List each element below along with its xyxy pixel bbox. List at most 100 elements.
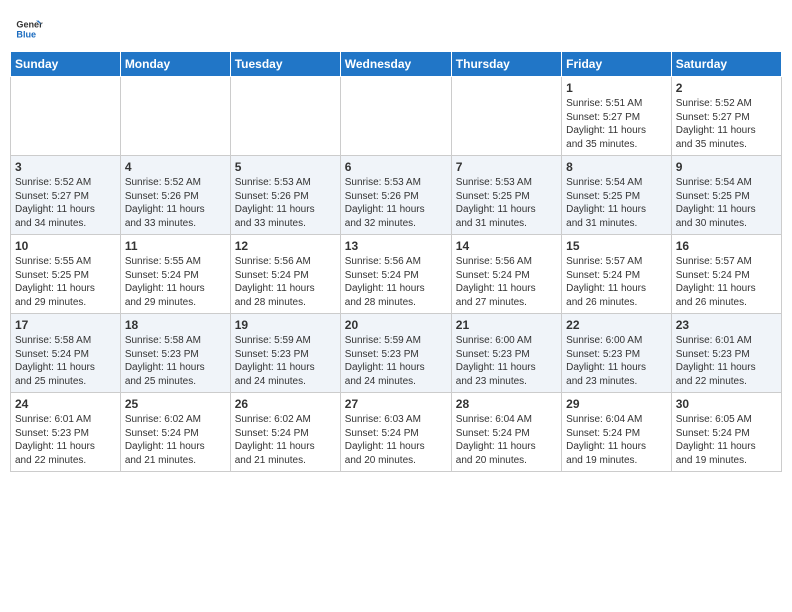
logo-icon: General Blue — [15, 15, 43, 43]
svg-text:Blue: Blue — [16, 29, 36, 39]
day-info: Sunrise: 5:56 AMSunset: 5:24 PMDaylight:… — [456, 255, 557, 309]
calendar-cell: 11Sunrise: 5:55 AMSunset: 5:24 PMDayligh… — [120, 235, 230, 314]
calendar-cell: 29Sunrise: 6:04 AMSunset: 5:24 PMDayligh… — [562, 393, 672, 472]
day-number: 18 — [125, 318, 226, 332]
day-info: Sunrise: 6:03 AMSunset: 5:24 PMDaylight:… — [345, 413, 447, 467]
day-number: 26 — [235, 397, 336, 411]
day-info: Sunrise: 6:04 AMSunset: 5:24 PMDaylight:… — [566, 413, 667, 467]
day-number: 19 — [235, 318, 336, 332]
calendar-cell: 23Sunrise: 6:01 AMSunset: 5:23 PMDayligh… — [671, 314, 781, 393]
day-number: 30 — [676, 397, 777, 411]
day-number: 4 — [125, 160, 226, 174]
day-number: 16 — [676, 239, 777, 253]
weekday-saturday: Saturday — [671, 52, 781, 77]
calendar-cell — [230, 77, 340, 156]
day-info: Sunrise: 6:00 AMSunset: 5:23 PMDaylight:… — [456, 334, 557, 388]
calendar-cell — [11, 77, 121, 156]
day-info: Sunrise: 6:01 AMSunset: 5:23 PMDaylight:… — [15, 413, 116, 467]
calendar-cell: 15Sunrise: 5:57 AMSunset: 5:24 PMDayligh… — [562, 235, 672, 314]
calendar-cell: 22 Sunrise: 6:00 AMSunset: 5:23 PMDayligh… — [562, 314, 672, 393]
day-number: 2 — [676, 81, 777, 95]
day-info: Sunrise: 5:53 AMSunset: 5:25 PMDaylight:… — [456, 176, 557, 230]
page-header: General Blue — [10, 10, 782, 43]
day-info: Sunrise: 5:56 AMSunset: 5:24 PMDaylight:… — [345, 255, 447, 309]
weekday-wednesday: Wednesday — [340, 52, 451, 77]
calendar-cell: 10 Sunrise: 5:55 AMSunset: 5:25 PMDayligh… — [11, 235, 121, 314]
calendar-week-3: 10 Sunrise: 5:55 AMSunset: 5:25 PMDayligh… — [11, 235, 782, 314]
day-number: 20 — [345, 318, 447, 332]
calendar-cell: 20 Sunrise: 5:59 AMSunset: 5:23 PMDayligh… — [340, 314, 451, 393]
day-number: 13 — [345, 239, 447, 253]
calendar-cell: 14 Sunrise: 5:56 AMSunset: 5:24 PMDayligh… — [451, 235, 561, 314]
weekday-tuesday: Tuesday — [230, 52, 340, 77]
day-number: 22 — [566, 318, 667, 332]
day-number: 5 — [235, 160, 336, 174]
calendar-cell: 24 Sunrise: 6:01 AMSunset: 5:23 PMDayligh… — [11, 393, 121, 472]
day-number: 8 — [566, 160, 667, 174]
day-number: 6 — [345, 160, 447, 174]
calendar-cell: 26 Sunrise: 6:02 AMSunset: 5:24 PMDayligh… — [230, 393, 340, 472]
calendar-cell: 12 Sunrise: 5:56 AMSunset: 5:24 PMDayligh… — [230, 235, 340, 314]
day-info: Sunrise: 6:05 AMSunset: 5:24 PMDaylight:… — [676, 413, 777, 467]
calendar-week-4: 17 Sunrise: 5:58 AMSunset: 5:24 PMDayligh… — [11, 314, 782, 393]
day-info: Sunrise: 5:52 AMSunset: 5:27 PMDaylight:… — [15, 176, 116, 230]
day-number: 17 — [15, 318, 116, 332]
day-info: Sunrise: 6:02 AMSunset: 5:24 PMDaylight:… — [235, 413, 336, 467]
day-info: Sunrise: 6:02 AMSunset: 5:24 PMDaylight:… — [125, 413, 226, 467]
weekday-friday: Friday — [562, 52, 672, 77]
day-info: Sunrise: 5:58 AMSunset: 5:24 PMDaylight:… — [15, 334, 116, 388]
calendar-week-2: 3 Sunrise: 5:52 AMSunset: 5:27 PMDaylight… — [11, 156, 782, 235]
day-info: Sunrise: 5:56 AMSunset: 5:24 PMDaylight:… — [235, 255, 336, 309]
calendar-cell: 25Sunrise: 6:02 AMSunset: 5:24 PMDayligh… — [120, 393, 230, 472]
day-number: 1 — [566, 81, 667, 95]
calendar-table: SundayMondayTuesdayWednesdayThursdayFrid… — [10, 51, 782, 472]
calendar-cell: 5 Sunrise: 5:53 AMSunset: 5:26 PMDaylight… — [230, 156, 340, 235]
weekday-sunday: Sunday — [11, 52, 121, 77]
calendar-cell: 8 Sunrise: 5:54 AMSunset: 5:25 PMDaylight… — [562, 156, 672, 235]
day-number: 3 — [15, 160, 116, 174]
calendar-cell: 13 Sunrise: 5:56 AMSunset: 5:24 PMDayligh… — [340, 235, 451, 314]
day-info: Sunrise: 5:53 AMSunset: 5:26 PMDaylight:… — [235, 176, 336, 230]
calendar-cell: 18 Sunrise: 5:58 AMSunset: 5:23 PMDayligh… — [120, 314, 230, 393]
day-number: 21 — [456, 318, 557, 332]
day-number: 28 — [456, 397, 557, 411]
day-info: Sunrise: 5:52 AMSunset: 5:26 PMDaylight:… — [125, 176, 226, 230]
day-info: Sunrise: 5:58 AMSunset: 5:23 PMDaylight:… — [125, 334, 226, 388]
day-number: 7 — [456, 160, 557, 174]
logo: General Blue — [15, 15, 43, 43]
day-info: Sunrise: 5:53 AMSunset: 5:26 PMDaylight:… — [345, 176, 447, 230]
weekday-thursday: Thursday — [451, 52, 561, 77]
day-info: Sunrise: 6:00 AMSunset: 5:23 PMDaylight:… — [566, 334, 667, 388]
calendar-cell: 6 Sunrise: 5:53 AMSunset: 5:26 PMDaylight… — [340, 156, 451, 235]
day-number: 10 — [15, 239, 116, 253]
day-info: Sunrise: 5:54 AMSunset: 5:25 PMDaylight:… — [566, 176, 667, 230]
calendar-cell — [451, 77, 561, 156]
day-info: Sunrise: 5:57 AMSunset: 5:24 PMDaylight:… — [676, 255, 777, 309]
day-info: Sunrise: 5:59 AMSunset: 5:23 PMDaylight:… — [345, 334, 447, 388]
day-number: 24 — [15, 397, 116, 411]
day-number: 9 — [676, 160, 777, 174]
calendar-cell: 4 Sunrise: 5:52 AMSunset: 5:26 PMDaylight… — [120, 156, 230, 235]
weekday-monday: Monday — [120, 52, 230, 77]
day-info: Sunrise: 5:51 AMSunset: 5:27 PMDaylight:… — [566, 97, 667, 151]
calendar-cell — [120, 77, 230, 156]
calendar-week-1: 1 Sunrise: 5:51 AMSunset: 5:27 PMDaylight… — [11, 77, 782, 156]
day-info: Sunrise: 5:54 AMSunset: 5:25 PMDaylight:… — [676, 176, 777, 230]
calendar-cell: 17 Sunrise: 5:58 AMSunset: 5:24 PMDayligh… — [11, 314, 121, 393]
calendar-cell: 1 Sunrise: 5:51 AMSunset: 5:27 PMDaylight… — [562, 77, 672, 156]
calendar-cell: 7 Sunrise: 5:53 AMSunset: 5:25 PMDaylight… — [451, 156, 561, 235]
day-info: Sunrise: 5:55 AMSunset: 5:25 PMDaylight:… — [15, 255, 116, 309]
day-number: 14 — [456, 239, 557, 253]
calendar-cell: 21 Sunrise: 6:00 AMSunset: 5:23 PMDayligh… — [451, 314, 561, 393]
calendar-cell: 2Sunrise: 5:52 AMSunset: 5:27 PMDaylight… — [671, 77, 781, 156]
calendar-week-5: 24 Sunrise: 6:01 AMSunset: 5:23 PMDayligh… — [11, 393, 782, 472]
calendar-cell: 27Sunrise: 6:03 AMSunset: 5:24 PMDayligh… — [340, 393, 451, 472]
day-info: Sunrise: 6:04 AMSunset: 5:24 PMDaylight:… — [456, 413, 557, 467]
day-number: 12 — [235, 239, 336, 253]
calendar-cell: 19 Sunrise: 5:59 AMSunset: 5:23 PMDayligh… — [230, 314, 340, 393]
calendar-cell: 16 Sunrise: 5:57 AMSunset: 5:24 PMDayligh… — [671, 235, 781, 314]
calendar-cell: 30 Sunrise: 6:05 AMSunset: 5:24 PMDayligh… — [671, 393, 781, 472]
day-info: Sunrise: 5:59 AMSunset: 5:23 PMDaylight:… — [235, 334, 336, 388]
calendar-cell: 9 Sunrise: 5:54 AMSunset: 5:25 PMDaylight… — [671, 156, 781, 235]
day-info: Sunrise: 5:55 AMSunset: 5:24 PMDaylight:… — [125, 255, 226, 309]
